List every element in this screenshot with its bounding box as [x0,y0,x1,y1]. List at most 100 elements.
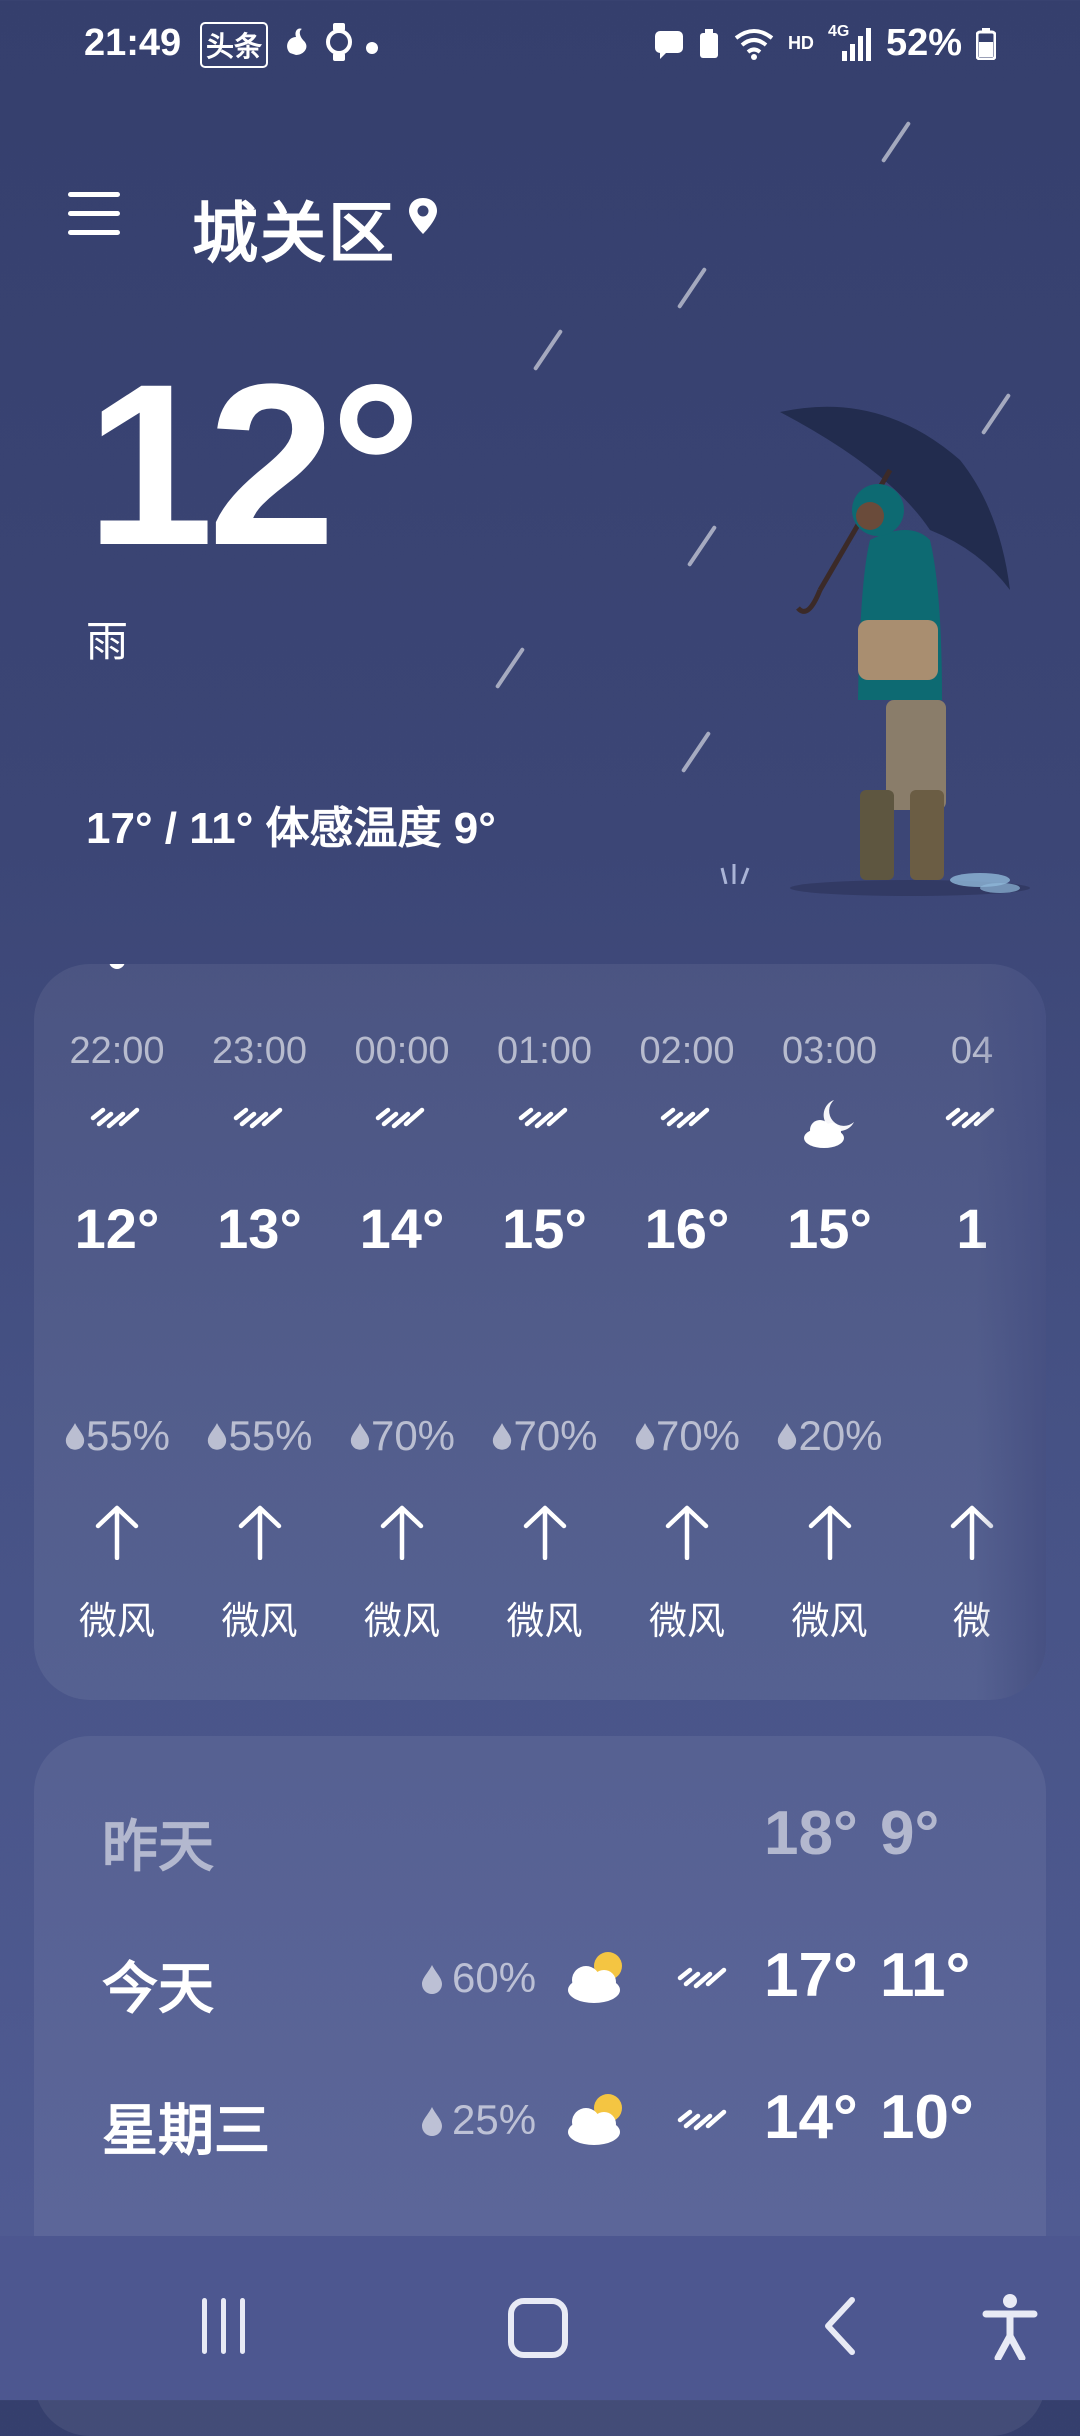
hourly-wind: 微风 [791,1601,868,1643]
location-title[interactable]: 城关区 [192,180,396,276]
precip-drop-icon [778,1423,797,1450]
wind-arrow-icon [95,1505,139,1560]
hourly-icon [87,1096,147,1146]
daily-icon [564,2088,630,2148]
rain-icon [375,1107,425,1129]
recent-apps-button[interactable] [202,2298,262,2354]
hourly-wind: 微风 [78,1601,155,1643]
hourly-precip: 70% [331,1412,473,1460]
wind-arrow-icon [380,1505,424,1560]
daily-low: 10° [880,2083,974,2152]
precip-drop-icon [635,1423,655,1450]
hourly-time: 01:00 [496,1030,593,1072]
daily-high: 17° [764,1941,858,2010]
status-time: 21:49 [84,22,182,64]
daily-low: 11° [880,1941,971,2010]
rain-icon [677,2109,727,2131]
wifi-icon [734,28,774,60]
daily-day: 今天 [102,1957,214,2020]
daily-precip: 60% [452,1954,537,2001]
hourly-icon [657,1096,717,1146]
precip-drop-icon [422,2107,442,2136]
toutiao-icon: 头条 [200,22,269,68]
rain-icon [90,1107,140,1129]
partly-cloudy-icon [568,2094,622,2145]
curve-point [109,964,125,969]
battery-percent: 52% [885,22,962,64]
rain-icon [660,1107,710,1129]
dot-icon [366,29,379,61]
hourly-temp: 13° [217,1197,302,1260]
precip-drop-icon [350,1423,370,1450]
hourly-precip: 70% [474,1412,616,1460]
current-temperature: 12° [86,336,422,593]
current-condition: 雨 [86,618,129,665]
daily-day: 星期三 [102,2099,270,2162]
watch-icon [326,22,353,68]
precip-drop-icon [208,1423,227,1450]
hourly-wind: 微风 [648,1601,725,1643]
daily-high: 14° [764,2083,858,2152]
hourly-temp: 15° [502,1197,587,1260]
hourly-time: 23:00 [211,1030,308,1072]
scroll-fade [976,964,1046,1700]
wind-arrow-icon [523,1505,566,1560]
message-icon [654,30,683,59]
current-summary: 17° / 11° 体感温度 9° [86,804,496,853]
hourly-wind: 微风 [363,1601,440,1643]
wind-arrow-icon [808,1505,851,1560]
status-bar: 21:49 头条 HD 4G 52% [0,0,1080,96]
status-left-icons: 头条 [200,22,379,68]
wind-arrow-icon [665,1505,709,1560]
partly-cloudy-icon [568,1952,622,2003]
daily-row[interactable]: 星期三 25% 14° 10° [34,2068,1046,2168]
swan-icon [282,25,312,66]
wind-arrow-icon [238,1505,281,1560]
hourly-precip: 55% [46,1412,188,1460]
accessibility-button[interactable] [982,2292,1038,2360]
status-right-icons: HD 4G 52% [654,22,996,65]
daily-rain-icon [674,1956,734,1996]
hourly-precip: 70% [616,1412,758,1460]
rain-icon [233,1107,282,1129]
daily-low: 9° [880,1799,940,1868]
hourly-time: 22:00 [69,1030,165,1072]
grass-decoration [720,864,750,884]
hourly-time: 02:00 [639,1030,735,1072]
navigation-bar [0,2236,1080,2400]
hourly-icon [372,1096,432,1146]
daily-day: 昨天 [102,1815,214,1878]
home-button[interactable] [508,2298,568,2358]
daily-rain-icon [674,2098,734,2138]
menu-icon [68,192,120,197]
battery-saver-icon [699,28,718,58]
rain-icon [518,1107,567,1129]
hourly-precip: 20% [759,1412,901,1460]
hourly-temp: 12° [74,1197,160,1260]
hourly-icon [800,1096,860,1148]
daily-row[interactable]: 昨天 18° 9° [34,1784,1046,1884]
precip-drop-icon [493,1423,512,1450]
daily-high: 18° [764,1799,858,1868]
hourly-temp: 15° [787,1197,872,1260]
precip-drop-icon [65,1423,85,1450]
hourly-temp: 16° [644,1197,730,1260]
hourly-temp: 14° [359,1197,445,1260]
rain-person-illustration [780,406,1030,896]
precip-drop-icon [422,1965,442,1994]
menu-button[interactable] [68,192,120,238]
daily-precip: 25% [452,2096,537,2143]
rain-icon [677,1967,727,1989]
battery-icon [976,27,996,60]
signal-icon: 4G [828,23,872,61]
hourly-icon [230,1096,290,1146]
daily-icon [564,1946,630,2006]
location-pin-icon [409,198,437,234]
hourly-icon [515,1096,575,1146]
back-button[interactable] [820,2296,860,2356]
hourly-wind: 微风 [506,1601,583,1643]
hourly-time: 00:00 [354,1030,450,1072]
hourly-forecast-card[interactable]: 22:00 12° 55% 微风 23:00 13° 55% 微风 00:00 14° 70% 微风 0… [34,964,1046,1700]
hourly-wind: 微风 [221,1601,298,1643]
daily-row[interactable]: 今天 60% 17° 11° [34,1926,1046,2026]
